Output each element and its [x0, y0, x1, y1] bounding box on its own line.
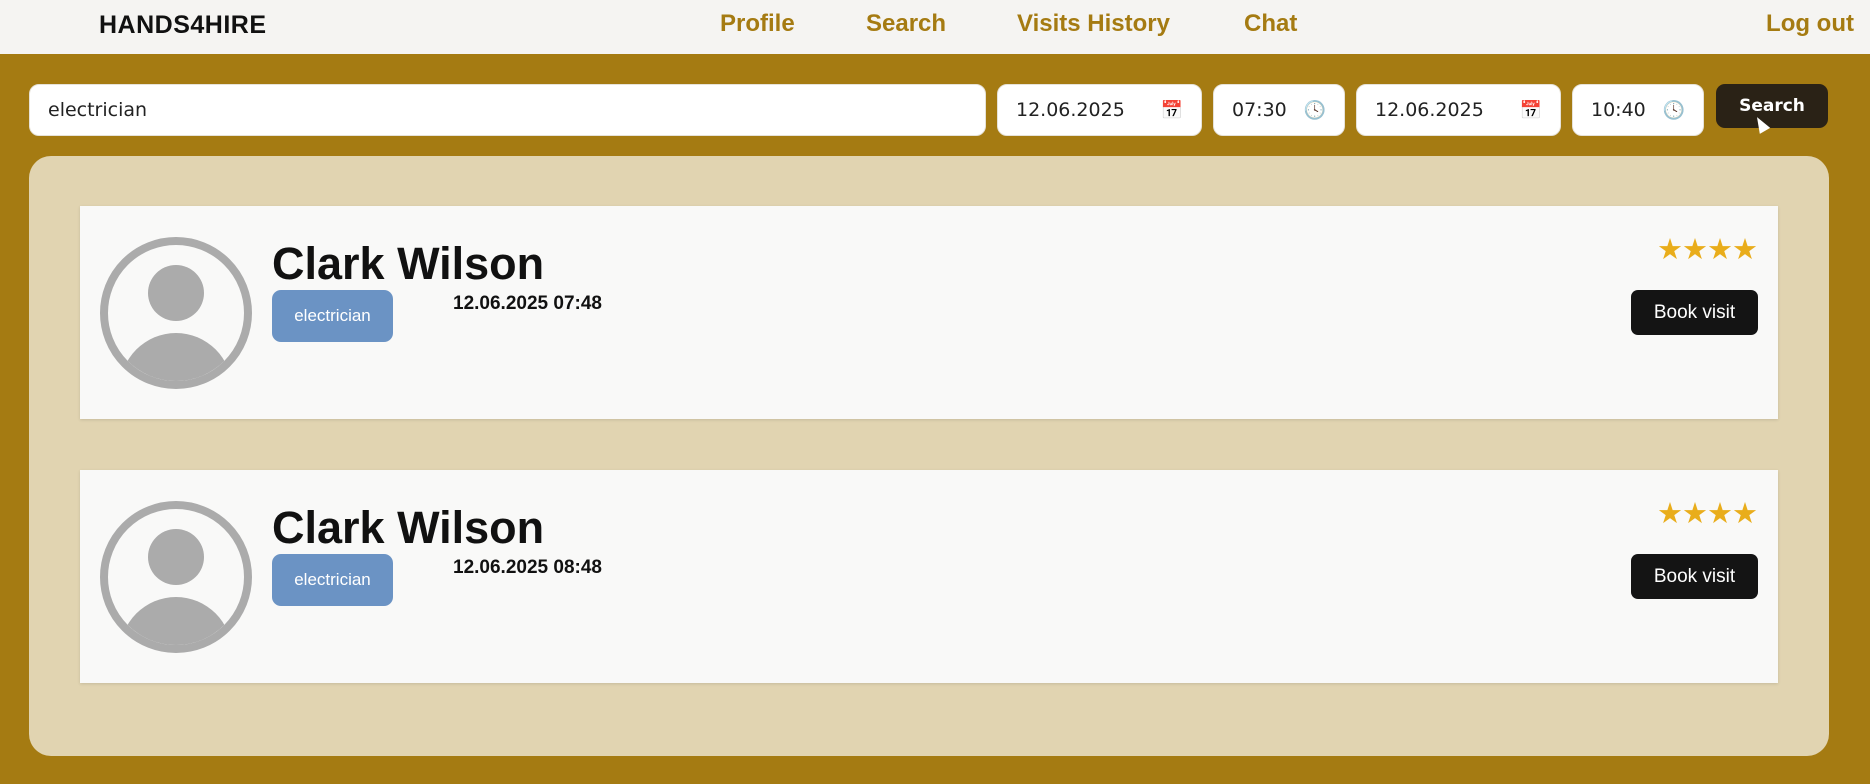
available-datetime: 12.06.2025 07:48: [453, 293, 602, 314]
result-card: Clark Wilson electrician 12.06.2025 08:4…: [80, 470, 1778, 683]
nav-link-chat[interactable]: Chat: [1244, 10, 1297, 38]
nav-link-profile[interactable]: Profile: [720, 10, 795, 38]
result-card: Clark Wilson electrician 12.06.2025 07:4…: [80, 206, 1778, 419]
from-date-input[interactable]: 12.06.2025 📅: [997, 84, 1202, 136]
keyword-value: electrician: [48, 99, 148, 121]
worker-name: Clark Wilson: [272, 238, 545, 289]
calendar-icon[interactable]: 📅: [1520, 100, 1542, 121]
specialty-badge: electrician: [272, 554, 393, 606]
to-date-value: 12.06.2025: [1375, 99, 1484, 121]
nav-link-visits-history[interactable]: Visits History: [1017, 10, 1170, 38]
keyword-input[interactable]: electrician: [29, 84, 986, 136]
clock-icon[interactable]: 🕓: [1663, 100, 1685, 121]
top-navbar: HANDS4HIRE Profile Search Visits History…: [0, 0, 1870, 54]
from-date-value: 12.06.2025: [1016, 99, 1125, 121]
logout-link[interactable]: Log out: [1766, 10, 1854, 38]
avatar: [100, 237, 252, 389]
from-time-value: 07:30: [1232, 99, 1287, 121]
nav-link-search[interactable]: Search: [866, 10, 946, 38]
available-datetime: 12.06.2025 08:48: [453, 557, 602, 578]
from-time-input[interactable]: 07:30 🕓: [1213, 84, 1345, 136]
brand-logo[interactable]: HANDS4HIRE: [99, 11, 267, 40]
avatar: [100, 501, 252, 653]
avatar-body: [120, 333, 232, 381]
to-time-input[interactable]: 10:40 🕓: [1572, 84, 1704, 136]
clock-icon[interactable]: 🕓: [1304, 100, 1326, 121]
calendar-icon[interactable]: 📅: [1161, 100, 1183, 121]
search-button[interactable]: Search: [1716, 84, 1828, 128]
rating-stars: ★★★★: [1657, 234, 1758, 266]
worker-name: Clark Wilson: [272, 502, 545, 553]
to-date-input[interactable]: 12.06.2025 📅: [1356, 84, 1561, 136]
avatar-body: [120, 597, 232, 645]
rating-stars: ★★★★: [1657, 498, 1758, 530]
specialty-badge: electrician: [272, 290, 393, 342]
avatar-head: [148, 265, 204, 321]
to-time-value: 10:40: [1591, 99, 1646, 121]
book-visit-button[interactable]: Book visit: [1631, 554, 1758, 599]
avatar-head: [148, 529, 204, 585]
book-visit-button[interactable]: Book visit: [1631, 290, 1758, 335]
